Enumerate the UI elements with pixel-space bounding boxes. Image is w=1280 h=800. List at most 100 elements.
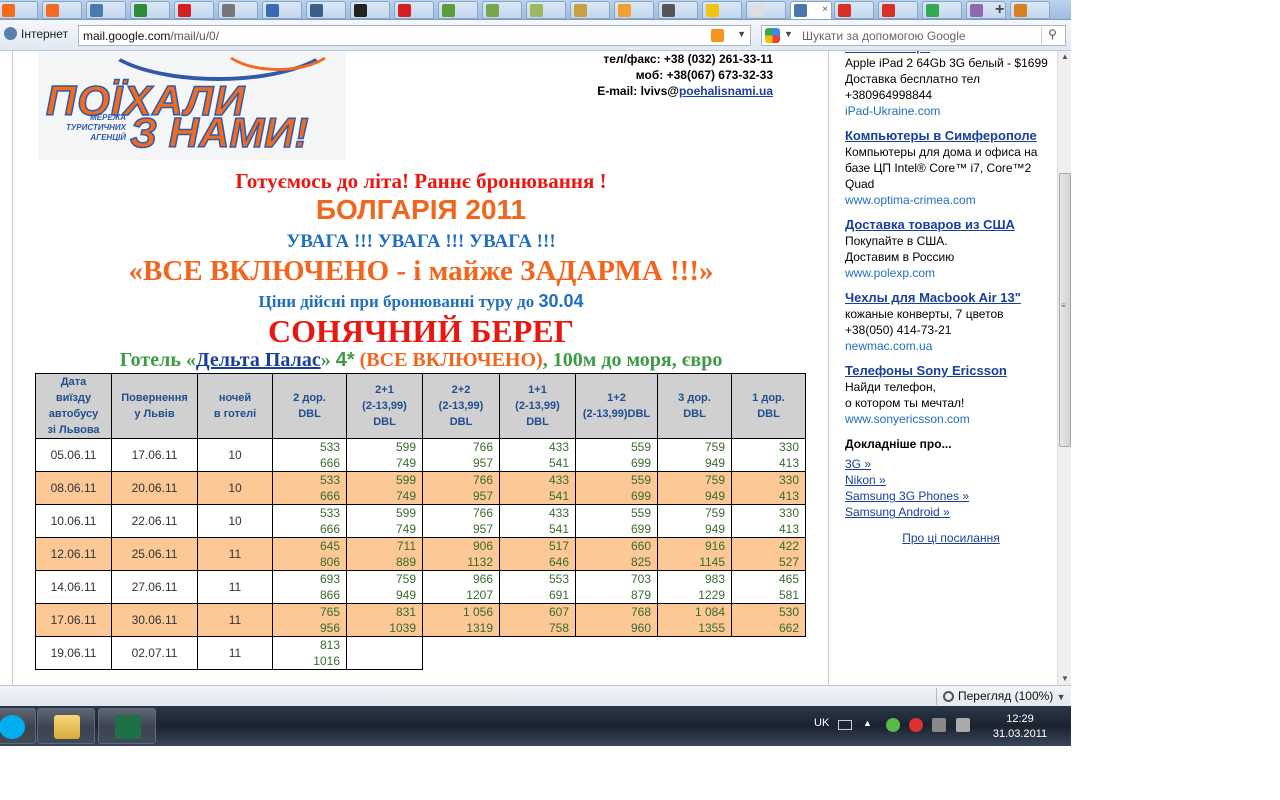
keyboard-icon[interactable] — [838, 720, 852, 730]
volume-icon[interactable] — [956, 718, 970, 732]
network-icon[interactable] — [932, 718, 946, 732]
zoom-control[interactable]: Перегляд (100%) ▼ — [936, 688, 1069, 705]
more-about-link[interactable]: Nikon » — [845, 472, 1057, 488]
headline-country: БОЛГАРІЯ 2011 — [315, 194, 527, 225]
ad-url[interactable]: www.optima-crimea.com — [845, 192, 1057, 208]
hotel-link[interactable]: Дельта Палас — [196, 349, 321, 371]
browser-tab[interactable] — [174, 1, 214, 19]
price-value: 599 — [395, 506, 416, 520]
email-line: E-mail: lvivs@poehalisnami.ua — [470, 83, 773, 99]
ad-title-link[interactable]: Доставка товаров из США — [845, 217, 1057, 233]
price-value: 666 — [319, 522, 340, 536]
cell-price: 759 949 — [657, 438, 732, 472]
browser-tab[interactable] — [746, 1, 786, 19]
chevron-down-icon[interactable]: ▼ — [1057, 692, 1066, 702]
browser-tab[interactable] — [614, 1, 654, 19]
language-indicator[interactable]: UK — [814, 717, 829, 729]
scroll-down-icon[interactable]: ▼ — [1061, 674, 1069, 683]
column-header-line: DBL — [449, 416, 473, 428]
cell-price: 766 957 — [422, 438, 500, 472]
ad-text: +38(050) 414-73-21 — [845, 323, 952, 337]
column-header-line: DBL — [526, 416, 549, 428]
clock[interactable]: 12:29 31.03.2011 — [986, 712, 1054, 742]
taskbar-skype[interactable] — [0, 708, 36, 744]
ad-url[interactable]: iPad-Ukraine.com — [845, 103, 1057, 119]
browser-tab[interactable] — [86, 1, 126, 19]
price-value: 1145 — [699, 555, 725, 569]
scroll-thumb[interactable] — [1059, 173, 1071, 447]
rss-icon[interactable] — [711, 29, 724, 42]
cell-price: 645 806 — [272, 537, 347, 571]
search-box[interactable]: ▼ Шукати за допомогою Google ⚲ — [761, 25, 1066, 46]
close-tab-icon[interactable]: × — [822, 4, 828, 15]
ad-title-link[interactable]: Компьютеры в Симферополе — [845, 128, 1057, 144]
browser-tab[interactable] — [834, 1, 874, 19]
cell-nights: 10 — [197, 471, 273, 505]
about-these-links[interactable]: Про ці посилання — [845, 530, 1057, 546]
browser-tab[interactable] — [0, 1, 38, 19]
ad-url[interactable]: www.sonyericsson.com — [845, 411, 1057, 427]
browser-tab[interactable] — [130, 1, 170, 19]
column-header-line: Дата — [60, 376, 87, 388]
excel-icon — [115, 715, 141, 739]
column-header-line: 1 дор. — [752, 392, 785, 404]
ad-url[interactable]: newmac.com.ua — [845, 338, 1057, 354]
browser-tab[interactable] — [526, 1, 566, 19]
browser-tab[interactable] — [218, 1, 258, 19]
cell-return: 27.06.11 — [111, 570, 198, 604]
hotel-inclusive: (ВСЕ ВКЛЮЧЕНО) — [354, 349, 543, 371]
search-icon[interactable]: ⚲ — [1041, 27, 1063, 44]
url-input[interactable]: mail.google.com/mail/u/0/ ▼ — [78, 25, 751, 46]
price-value: 533 — [319, 506, 340, 520]
headline-attention: УВАГА !!! УВАГА !!! УВАГА !!! — [286, 231, 556, 252]
browser-tab[interactable] — [658, 1, 698, 19]
more-about-link[interactable]: 3G » — [845, 456, 1057, 472]
price-value: 559 — [630, 440, 651, 454]
browser-tab[interactable]: × — [790, 1, 832, 20]
browser-tab[interactable] — [1010, 1, 1050, 19]
browser-tab[interactable] — [42, 1, 82, 19]
opera-icon[interactable] — [909, 718, 923, 732]
vertical-scrollbar[interactable]: ▲ ≡ ▼ — [1057, 51, 1071, 685]
browser-tab[interactable] — [570, 1, 610, 19]
price-value: 960 — [630, 621, 651, 635]
taskbar-explorer[interactable] — [37, 708, 95, 744]
price-value: 559 — [630, 506, 651, 520]
scroll-up-icon[interactable]: ▲ — [1061, 52, 1069, 61]
browser-tab[interactable] — [922, 1, 962, 19]
ad-title-link[interactable]: Телефоны Sony Ericsson — [845, 363, 1057, 379]
more-about-link[interactable]: Samsung Android » — [845, 504, 1057, 520]
cell-price: 813 1016 — [272, 636, 347, 670]
more-about-links: 3G » Nikon » Samsung 3G Phones » Samsung An… — [845, 456, 1057, 520]
browser-tab[interactable] — [394, 1, 434, 19]
chevron-down-icon[interactable]: ▼ — [784, 29, 793, 39]
browser-tab[interactable] — [702, 1, 742, 19]
price-value: 759 — [704, 473, 725, 487]
taskbar-excel[interactable] — [98, 708, 156, 744]
column-header-line: 1+2 — [607, 392, 626, 404]
browser-tab[interactable] — [482, 1, 522, 19]
price-value: 956 — [319, 621, 340, 635]
cell-return: 22.06.11 — [111, 504, 198, 538]
address-bar: Інтернет mail.google.com/mail/u/0/ ▼ ▼ Ш… — [0, 20, 1071, 51]
show-hidden-icons[interactable]: ▲ — [863, 718, 872, 728]
ad-title-link[interactable]: Чехлы для Macbook Air 13" — [845, 290, 1057, 306]
google-icon[interactable] — [765, 28, 780, 43]
browser-tab[interactable] — [438, 1, 478, 19]
antivirus-icon[interactable] — [886, 718, 900, 732]
cell-price: 433 541 — [499, 471, 576, 505]
price-value: 330 — [778, 473, 799, 487]
new-tab-button[interactable]: + — [995, 1, 1004, 19]
more-about-link[interactable]: Samsung 3G Phones » — [845, 488, 1057, 504]
email-domain-link[interactable]: poehalisnami.ua — [679, 84, 773, 98]
cell-price: 831 1039 — [346, 603, 423, 637]
chevron-down-icon[interactable]: ▼ — [737, 29, 746, 39]
browser-tab[interactable] — [878, 1, 918, 19]
browser-tab[interactable] — [306, 1, 346, 19]
price-value: 766 — [472, 440, 493, 454]
browser-tab[interactable] — [350, 1, 390, 19]
browser-tab[interactable] — [262, 1, 302, 19]
column-header: Дата виїзду автобусу зі Львова — [35, 373, 112, 439]
cell-price: 759 949 — [346, 570, 423, 604]
ad-url[interactable]: www.polexp.com — [845, 265, 1057, 281]
